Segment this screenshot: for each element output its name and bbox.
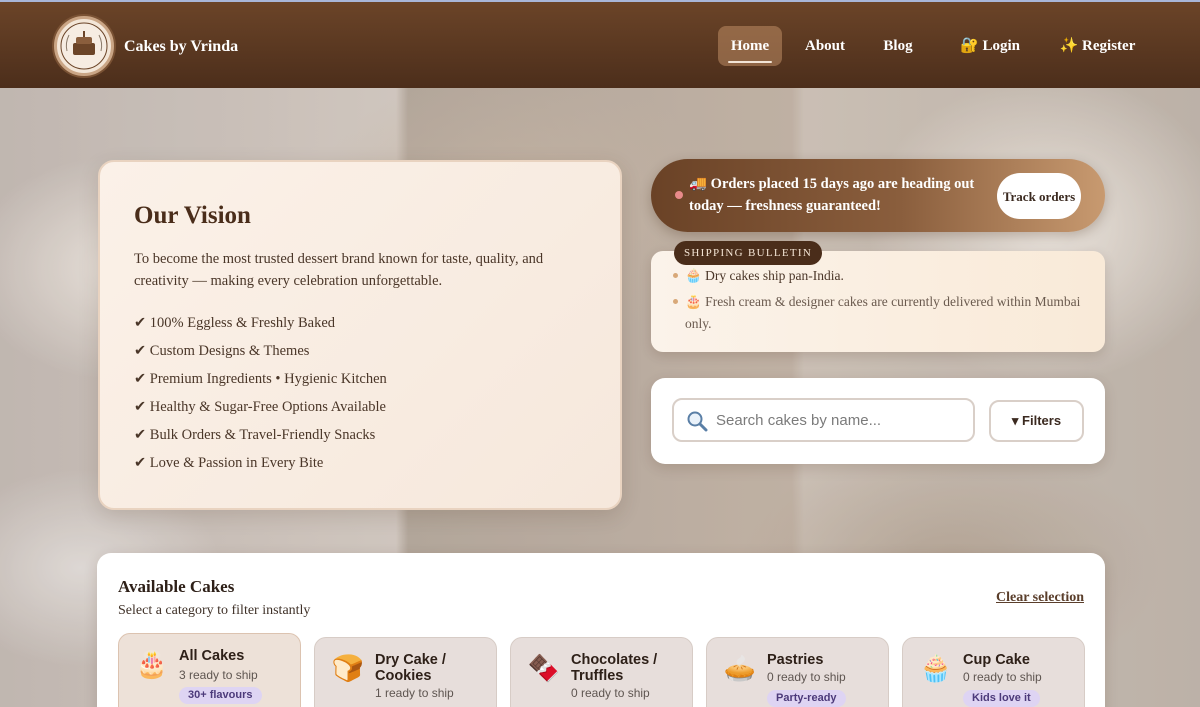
search-card: ▾ Filters bbox=[651, 378, 1105, 464]
filters-button[interactable]: ▾ Filters bbox=[989, 400, 1084, 442]
vision-point: ✔ Healthy & Sugar-Free Options Available bbox=[134, 399, 386, 415]
category-dry-cake-cookies[interactable]: 🍞 Dry Cake / Cookies 1 ready to ship bbox=[314, 637, 497, 707]
brand-name[interactable]: Cakes by Vrinda bbox=[124, 38, 238, 56]
category-name: Pastries bbox=[767, 652, 824, 668]
category-badge: Party-ready bbox=[767, 690, 846, 707]
vision-point: ✔ 100% Eggless & Freshly Baked bbox=[134, 315, 336, 331]
vision-points: ✔ 100% Eggless & Freshly Baked ✔ Custom … bbox=[134, 309, 586, 477]
category-name: All Cakes bbox=[179, 648, 245, 664]
section-title: Available Cakes bbox=[118, 577, 235, 596]
birthday-cake-icon: 🎂 bbox=[135, 650, 169, 680]
category-name: Dry Cake / Cookies bbox=[375, 652, 446, 684]
nav-register[interactable]: ✨ Register bbox=[1055, 26, 1140, 66]
pie-icon: 🥧 bbox=[723, 654, 757, 684]
search-input[interactable] bbox=[716, 408, 966, 432]
nav-blog[interactable]: Blog bbox=[873, 26, 923, 66]
vision-card: Our Vision To become the most trusted de… bbox=[98, 160, 622, 510]
site-header: Cakes by Vrinda Home About Blog 🔐 Login … bbox=[0, 0, 1200, 88]
category-count: 3 ready to ship bbox=[179, 668, 258, 682]
category-badge: 30+ flavours bbox=[179, 687, 262, 704]
vision-description: To become the most trusted dessert brand… bbox=[134, 251, 544, 289]
shipping-list: 🧁 Dry cakes ship pan-India. 🎂 Fresh crea… bbox=[673, 265, 1083, 339]
nav-about[interactable]: About bbox=[795, 26, 855, 66]
shipping-item: 🧁 Dry cakes ship pan-India. bbox=[673, 265, 1083, 287]
vision-point: ✔ Bulk Orders & Travel-Friendly Snacks bbox=[134, 427, 376, 443]
track-orders-button[interactable]: Track orders bbox=[997, 173, 1081, 219]
category-chocolates-truffles[interactable]: 🍫 Chocolates / Truffles 0 ready to ship bbox=[510, 637, 693, 707]
category-badge: Kids love it bbox=[963, 690, 1040, 707]
cake-logo-icon bbox=[60, 22, 108, 70]
cupcake-icon: 🧁 bbox=[919, 654, 953, 684]
category-all-cakes[interactable]: 🎂 All Cakes 3 ready to ship 30+ flavours bbox=[118, 633, 301, 707]
category-cup-cake[interactable]: 🧁 Cup Cake 0 ready to ship Kids love it bbox=[902, 637, 1085, 707]
nav-home[interactable]: Home bbox=[718, 26, 782, 66]
category-name: Cup Cake bbox=[963, 652, 1030, 668]
status-dot-icon bbox=[675, 191, 683, 199]
orders-banner: 🚚 Orders placed 15 days ago are heading … bbox=[651, 159, 1105, 232]
search-box[interactable] bbox=[672, 398, 975, 442]
clear-selection-link[interactable]: Clear selection bbox=[996, 590, 1084, 606]
vision-title: Our Vision bbox=[134, 202, 251, 229]
section-subtitle: Select a category to filter instantly bbox=[118, 603, 311, 618]
vision-point: ✔ Custom Designs & Themes bbox=[134, 343, 310, 359]
vision-point: ✔ Love & Passion in Every Bite bbox=[134, 455, 324, 471]
brand-logo[interactable] bbox=[54, 16, 114, 76]
orders-banner-text: 🚚 Orders placed 15 days ago are heading … bbox=[689, 176, 975, 214]
chocolate-bar-icon: 🍫 bbox=[527, 654, 561, 684]
category-count: 0 ready to ship bbox=[571, 686, 650, 700]
vision-point: ✔ Premium Ingredients • Hygienic Kitchen bbox=[134, 371, 387, 387]
search-icon bbox=[687, 411, 708, 432]
available-cakes-section: Available Cakes Select a category to fil… bbox=[97, 553, 1105, 707]
category-count: 0 ready to ship bbox=[767, 670, 846, 684]
category-count: 1 ready to ship bbox=[375, 686, 454, 700]
shipping-item: 🎂 Fresh cream & designer cakes are curre… bbox=[673, 291, 1083, 335]
shipping-bulletin-tag: SHIPPING BULLETIN bbox=[674, 241, 823, 265]
category-pastries[interactable]: 🥧 Pastries 0 ready to ship Party-ready bbox=[706, 637, 889, 707]
category-name: Chocolates / Truffles bbox=[571, 652, 658, 684]
bread-icon: 🍞 bbox=[331, 654, 365, 684]
category-count: 0 ready to ship bbox=[963, 670, 1042, 684]
shipping-bulletin: 🧁 Dry cakes ship pan-India. 🎂 Fresh crea… bbox=[651, 251, 1105, 352]
nav-login[interactable]: 🔐 Login bbox=[955, 26, 1025, 66]
